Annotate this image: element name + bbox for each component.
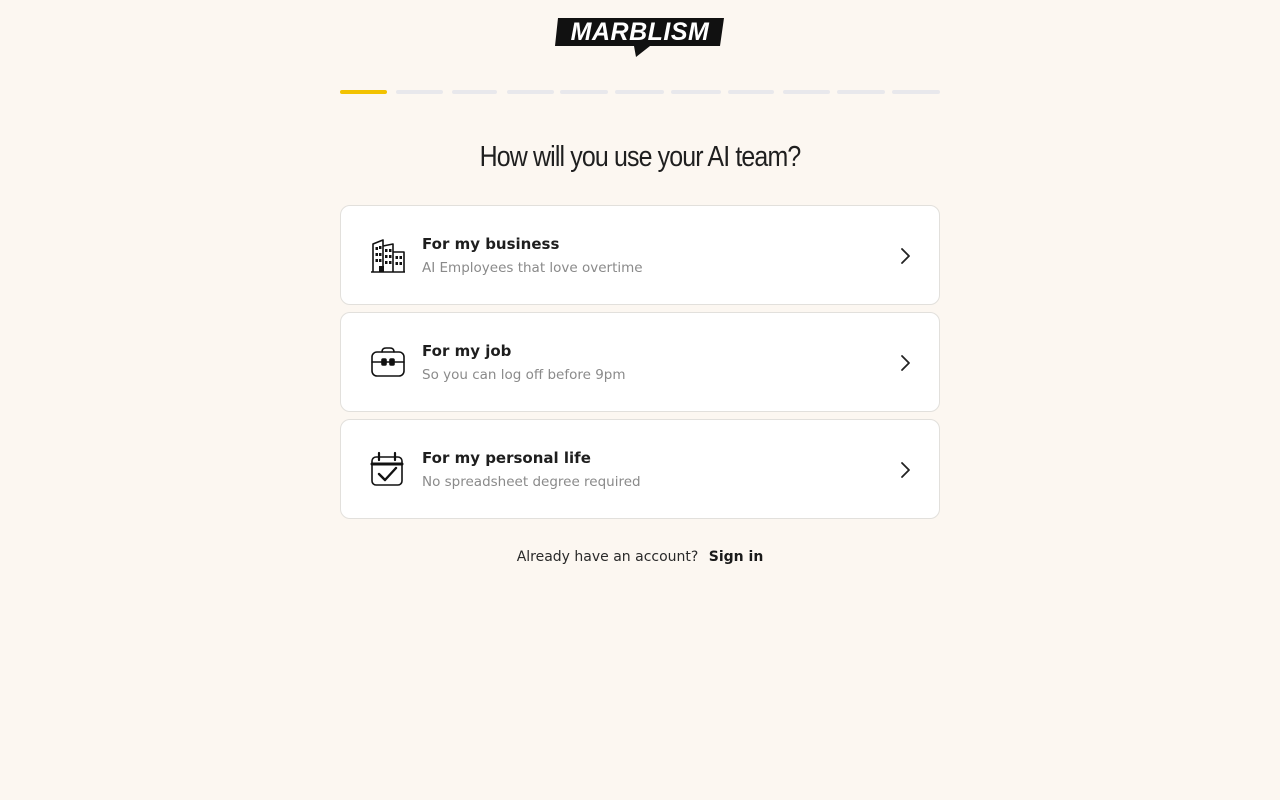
progress-step	[892, 90, 940, 94]
option-personal-card[interactable]: For my personal life No spreadsheet degr…	[340, 419, 940, 519]
option-label: For my personal life	[422, 449, 591, 467]
progress-step	[507, 90, 554, 94]
option-job-card[interactable]: For my job So you can log off before 9pm	[340, 312, 940, 412]
progress-step	[560, 90, 608, 94]
option-subtitle: So you can log off before 9pm	[422, 367, 626, 383]
progress-step	[837, 90, 885, 94]
signin-prompt: Already have an account? Sign in	[340, 549, 940, 565]
briefcase-icon	[371, 347, 405, 377]
progress-step-current	[340, 90, 387, 94]
progress-step	[783, 90, 830, 94]
usage-options-list: For my business AI Employees that love o…	[340, 205, 940, 526]
progress-step	[615, 90, 664, 94]
marblism-logo: MARBLISM	[555, 18, 724, 57]
option-business-card[interactable]: For my business AI Employees that love o…	[340, 205, 940, 305]
progress-step	[728, 90, 774, 94]
option-subtitle: No spreadsheet degree required	[422, 474, 641, 490]
option-label: For my job	[422, 342, 512, 360]
signin-link[interactable]: Sign in	[709, 549, 764, 565]
chevron-right-icon	[901, 355, 910, 371]
progress-step	[671, 90, 721, 94]
option-subtitle: AI Employees that love overtime	[422, 260, 643, 276]
progress-step	[452, 90, 497, 94]
logo-text: MARBLISM	[571, 18, 710, 46]
calendar-check-icon	[370, 451, 404, 486]
option-label: For my business	[422, 235, 560, 253]
page-title: How will you use your AI team?	[479, 141, 802, 173]
chevron-right-icon	[901, 248, 910, 264]
progress-step	[396, 90, 443, 94]
office-building-icon	[371, 239, 405, 273]
step-progress-bar	[340, 90, 940, 94]
chevron-right-icon	[901, 462, 910, 478]
signin-prompt-text: Already have an account?	[516, 549, 699, 565]
